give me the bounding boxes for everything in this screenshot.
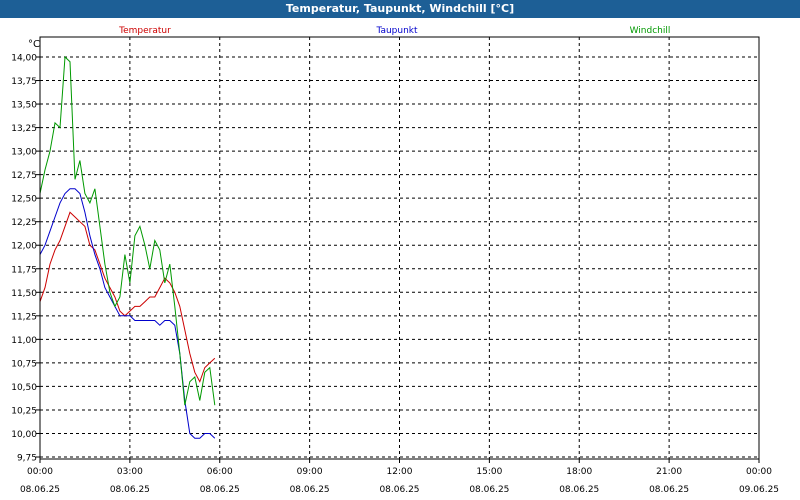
y-tick-label: 13,25 xyxy=(11,124,37,134)
x-tick-date-label: 08.06.25 xyxy=(559,485,599,495)
y-tick-label: 13,00 xyxy=(11,148,37,158)
x-axis: 00:00 08.06.25 03:00 08.06.25 06:00 08.06.25 0… xyxy=(20,459,779,495)
legend-item-windchill: Windchill xyxy=(630,26,671,36)
x-tick-time-label: 03:00 xyxy=(117,467,143,477)
y-tick-label: 11,50 xyxy=(11,289,37,299)
y-tick-label: 10,75 xyxy=(11,359,37,369)
series-temperatur xyxy=(39,211,216,383)
y-axis-unit-label: °C xyxy=(28,39,40,50)
series-layer xyxy=(39,55,216,439)
x-tick-time-label: 00:00 xyxy=(746,467,772,477)
legend: Temperatur Taupunkt Windchill xyxy=(118,26,670,36)
x-tick-date-label: 08.06.25 xyxy=(20,485,60,495)
y-tick-label: 13,50 xyxy=(11,101,37,111)
legend-item-temperatur: Temperatur xyxy=(118,26,171,36)
x-tick-date-label: 09.06.25 xyxy=(739,485,779,495)
y-tick-label: 12,00 xyxy=(11,242,37,252)
x-tick-time-label: 15:00 xyxy=(476,467,502,477)
x-tick-date-label: 08.06.25 xyxy=(290,485,330,495)
x-tick-date-label: 08.06.25 xyxy=(379,485,419,495)
x-tick-time-label: 12:00 xyxy=(387,467,413,477)
y-tick-label: 9,75 xyxy=(17,454,37,464)
y-tick-label: 14,00 xyxy=(11,54,37,64)
chart: Temperatur Taupunkt Windchill °C 14,00 13,75… xyxy=(11,26,779,495)
x-tick-date-label: 08.06.25 xyxy=(649,485,689,495)
y-tick-label: 11,00 xyxy=(11,336,37,346)
y-tick-label: 12,25 xyxy=(11,218,37,228)
series-windchill xyxy=(39,55,216,406)
chart-title: Temperatur, Taupunkt, Windchill [°C] xyxy=(285,2,515,15)
y-tick-label: 10,25 xyxy=(11,406,37,416)
y-tick-label: 11,25 xyxy=(11,312,37,322)
y-tick-label: 11,75 xyxy=(11,265,37,275)
x-tick-time-label: 09:00 xyxy=(297,467,323,477)
y-tick-label: 10,50 xyxy=(11,383,37,393)
x-tick-time-label: 21:00 xyxy=(656,467,682,477)
temperatur-line xyxy=(39,211,216,383)
y-tick-label: 12,75 xyxy=(11,171,37,181)
x-tick-time-label: 00:00 xyxy=(27,467,53,477)
x-tick-date-label: 08.06.25 xyxy=(200,485,240,495)
y-tick-label: 12,50 xyxy=(11,195,37,205)
x-tick-date-label: 08.06.25 xyxy=(469,485,509,495)
x-tick-time-label: 18:00 xyxy=(566,467,592,477)
legend-item-taupunkt: Taupunkt xyxy=(375,26,418,36)
x-tick-time-label: 06:00 xyxy=(207,467,233,477)
windchill-line xyxy=(39,55,216,406)
grid xyxy=(40,37,759,459)
x-tick-date-label: 08.06.25 xyxy=(110,485,150,495)
y-tick-label: 13,75 xyxy=(11,77,37,87)
chart-title-bar: Temperatur, Taupunkt, Windchill [°C] xyxy=(0,0,800,18)
y-axis: °C 14,00 13,75 13,50 13,25 13,00 12,75 12,50 12,… xyxy=(11,39,40,464)
y-tick-label: 10,00 xyxy=(11,430,37,440)
